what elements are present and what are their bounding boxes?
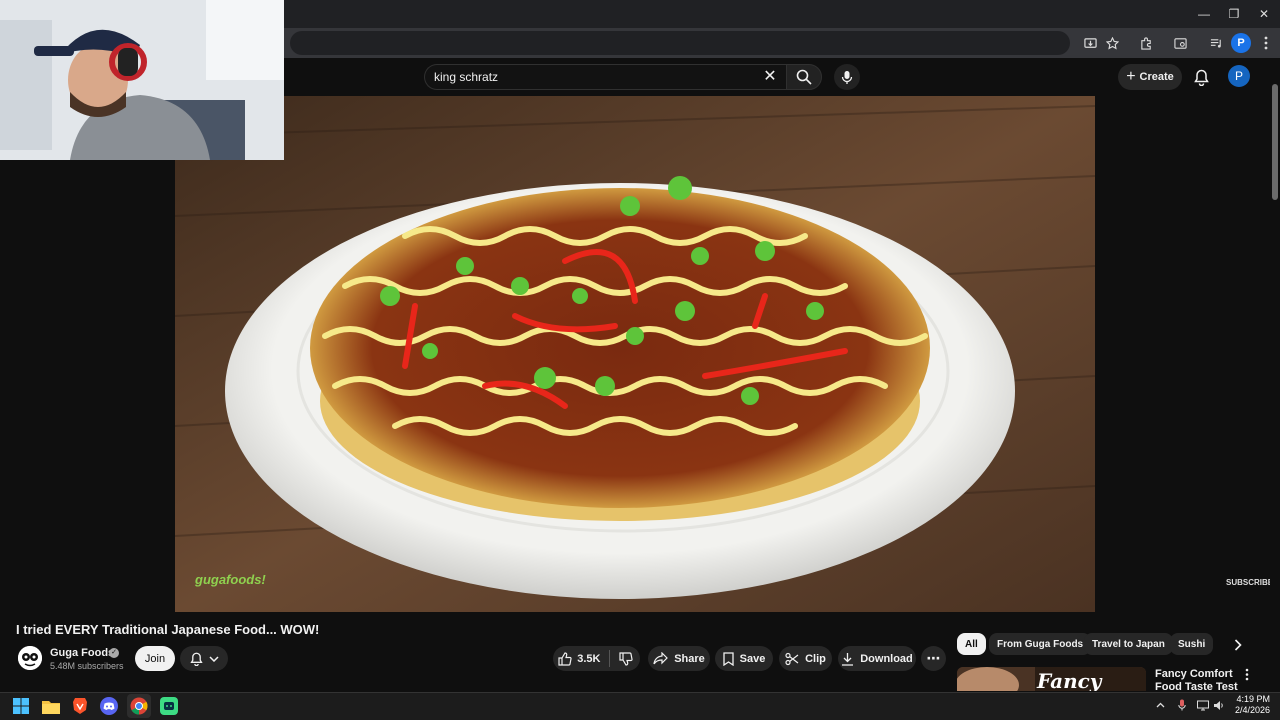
install-app-icon[interactable]	[1080, 33, 1100, 53]
clip-label: Clip	[805, 652, 826, 665]
restore-button[interactable]: ❐	[1218, 0, 1250, 28]
bell-icon	[189, 652, 203, 666]
download-label: Download	[860, 652, 913, 665]
video-title: I tried EVERY Traditional Japanese Food.…	[16, 622, 320, 637]
bell-icon	[1193, 69, 1209, 86]
windows-taskbar	[0, 692, 1280, 720]
share-label: Share	[674, 652, 705, 665]
close-window-button[interactable]: ✕	[1248, 0, 1280, 28]
search-icon	[796, 69, 812, 85]
okonomiyaki-video-frame	[175, 96, 1095, 612]
microphone-tray-icon[interactable]	[1175, 698, 1189, 712]
verified-badge-icon: ✓	[109, 648, 119, 658]
subscription-notifications-button[interactable]	[180, 646, 228, 671]
file-explorer-icon[interactable]	[39, 694, 63, 718]
download-button[interactable]: Download	[838, 646, 916, 671]
recommendation-thumbnail[interactable]: Fancy	[957, 667, 1146, 691]
download-icon	[842, 652, 854, 666]
profile-initial: P	[1231, 33, 1251, 53]
clip-button[interactable]: Clip	[779, 646, 832, 671]
dislike-button[interactable]	[612, 651, 640, 666]
recommendation-menu-icon[interactable]	[1241, 668, 1253, 684]
extensions-icon[interactable]	[1136, 33, 1156, 53]
search-button[interactable]	[786, 64, 822, 90]
windows-start-icon[interactable]	[9, 694, 33, 718]
chrome-profile-avatar[interactable]: P	[1231, 33, 1251, 53]
subscriber-count: 5.48M subscribers	[50, 661, 124, 671]
like-dislike-group: 3.5K	[553, 646, 640, 671]
create-label: Create	[1139, 71, 1174, 83]
media-controls-icon[interactable]	[1206, 33, 1226, 53]
tab-search-icon[interactable]	[1170, 33, 1190, 53]
thumbs-up-icon	[558, 651, 572, 666]
webcam-overlay	[0, 0, 284, 160]
search-query-text[interactable]: king schratz	[434, 64, 498, 90]
clock-time[interactable]: 4:19 PM	[1236, 694, 1270, 704]
chevron-right-icon[interactable]	[1228, 635, 1248, 655]
recommendation-title[interactable]: Fancy Comfort Food Taste Test	[1155, 668, 1243, 692]
volume-icon[interactable]	[1212, 698, 1226, 712]
android-studio-icon[interactable]	[157, 694, 181, 718]
streamer-webcam-image	[0, 0, 284, 160]
plus-icon: +	[1126, 68, 1136, 85]
notifications-button[interactable]	[1190, 66, 1212, 88]
youtube-account-avatar[interactable]: P	[1228, 65, 1250, 87]
chrome-taskbar-icon[interactable]	[127, 694, 151, 718]
chip-travel-to-japan[interactable]: Travel to Japan	[1084, 633, 1173, 655]
create-button[interactable]: + Create	[1118, 64, 1182, 90]
chip-all[interactable]: All	[957, 633, 986, 655]
brave-browser-icon[interactable]	[68, 694, 92, 718]
join-button[interactable]: Join	[135, 646, 175, 671]
like-count: 3.5K	[577, 652, 601, 665]
channel-name[interactable]: Guga Foods	[50, 647, 114, 659]
address-bar[interactable]	[290, 31, 1070, 55]
scrollbar-thumb[interactable]	[1272, 84, 1278, 200]
like-divider	[609, 650, 610, 667]
microphone-icon	[841, 70, 853, 84]
clear-search-icon[interactable]: ✕	[760, 64, 780, 90]
network-icon[interactable]	[1196, 698, 1210, 712]
show-hidden-icons-chevron[interactable]	[1153, 698, 1167, 712]
minimize-button[interactable]: —	[1188, 0, 1220, 28]
voice-search-button[interactable]	[834, 64, 860, 90]
more-actions-button[interactable]: ⋯	[921, 646, 946, 671]
thumbs-down-icon	[619, 651, 633, 666]
bookmark-star-icon[interactable]	[1102, 33, 1122, 53]
chrome-menu-icon[interactable]	[1256, 33, 1276, 53]
like-button[interactable]: 3.5K	[553, 651, 606, 666]
video-player[interactable]	[175, 96, 1095, 612]
thumbnail-text: Fancy	[1037, 669, 1102, 691]
subscribe-watermark[interactable]: SUBSCRIBE	[1226, 578, 1273, 587]
chip-from-guga-foods[interactable]: From Guga Foods	[989, 633, 1092, 655]
clock-date[interactable]: 2/4/2026	[1230, 705, 1270, 715]
chevron-down-icon	[208, 655, 219, 662]
bookmark-icon	[722, 651, 734, 666]
share-button[interactable]: Share	[648, 646, 710, 671]
channel-avatar[interactable]	[18, 646, 42, 670]
save-button[interactable]: Save	[715, 646, 773, 671]
share-icon	[653, 652, 669, 665]
save-label: Save	[739, 652, 766, 665]
channel-watermark: gugafoods!	[195, 572, 266, 587]
scissors-icon	[785, 652, 799, 665]
discord-icon[interactable]	[97, 694, 121, 718]
chip-sushi[interactable]: Sushi	[1170, 633, 1214, 655]
